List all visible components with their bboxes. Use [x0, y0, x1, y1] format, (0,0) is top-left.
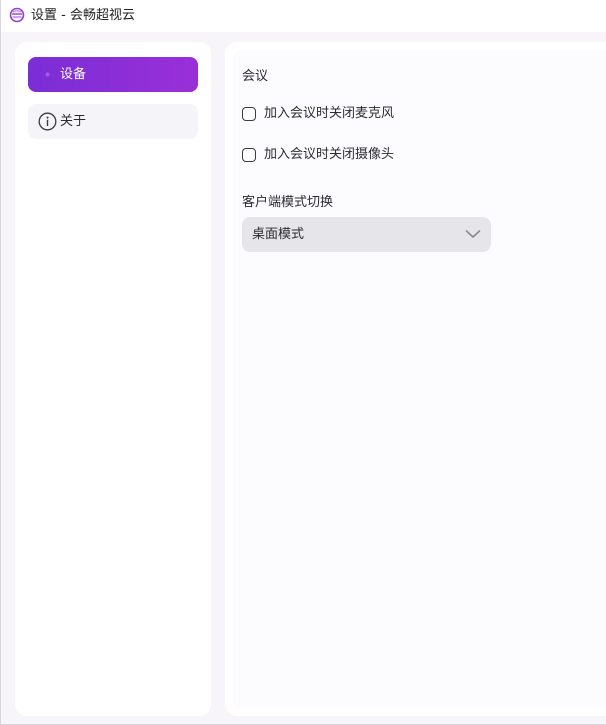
disable-camera-label: 加入会议时关闭摄像头	[264, 147, 395, 162]
disable-camera-checkbox[interactable]	[242, 148, 256, 162]
sidebar-item-label: 设备	[60, 67, 87, 82]
section-title-meeting: 会议	[242, 69, 269, 84]
mute-mic-label: 加入会议时关闭麦克风	[264, 106, 395, 121]
settings-content-panel: 会议 加入会议时关闭麦克风 加入会议时关闭摄像头 客户端模式切换 桌面模式	[225, 42, 606, 716]
mute-mic-on-join-option[interactable]: 加入会议时关闭麦克风	[242, 105, 394, 123]
client-mode-value: 桌面模式	[252, 227, 305, 242]
app-logo-icon	[9, 7, 25, 23]
info-circle-icon	[38, 112, 57, 131]
sidebar-item-label: 关于	[60, 114, 87, 129]
device-icon	[45, 72, 50, 77]
client-mode-label: 客户端模式切换	[242, 195, 334, 210]
window-title: 设置 - 会畅超视云	[31, 8, 135, 23]
sidebar: 设备 关于	[15, 42, 211, 716]
disable-camera-on-join-option[interactable]: 加入会议时关闭摄像头	[242, 146, 394, 164]
chevron-down-icon	[465, 230, 481, 238]
sidebar-item-device[interactable]: 设备	[28, 57, 198, 92]
mute-mic-checkbox[interactable]	[242, 107, 256, 121]
client-mode-select[interactable]: 桌面模式	[242, 217, 491, 252]
settings-window: 设置 - 会畅超视云 设备 关于 会议 加入会议时关闭麦克风 加入会议时关闭摄像…	[0, 0, 606, 725]
settings-content-inner: 会议 加入会议时关闭麦克风 加入会议时关闭摄像头 客户端模式切换 桌面模式	[233, 50, 606, 708]
title-bar: 设置 - 会畅超视云	[1, 0, 606, 32]
sidebar-item-about[interactable]: 关于	[28, 104, 198, 139]
